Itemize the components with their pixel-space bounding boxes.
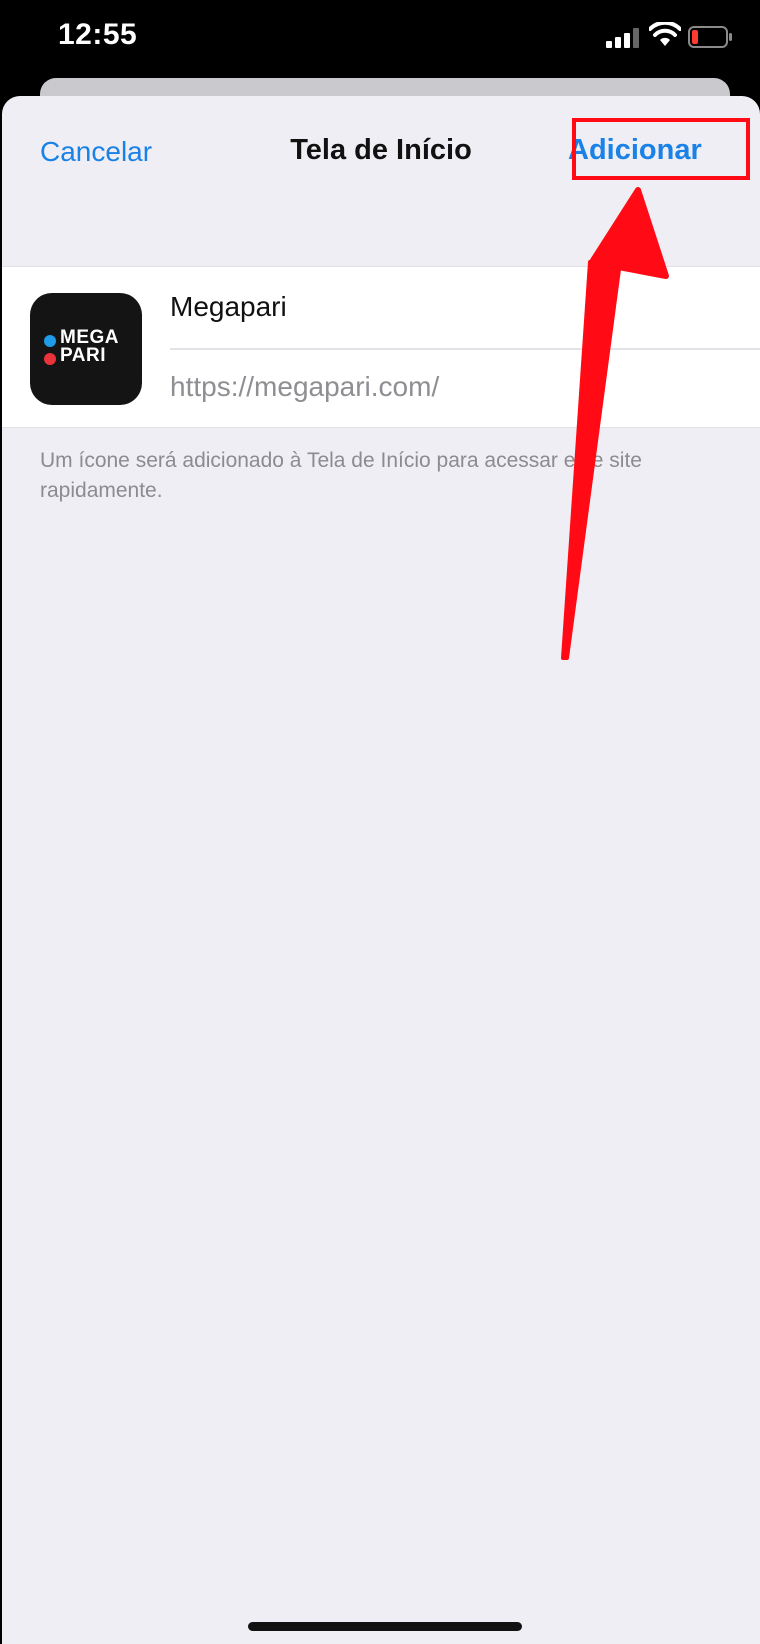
status-bar: 12:55	[0, 0, 760, 80]
battery-low-icon	[688, 26, 732, 48]
status-time: 12:55	[58, 18, 138, 51]
logo-red-dot	[44, 353, 56, 365]
megapari-logo-icon: MEGA PARI	[60, 327, 119, 366]
bookmark-url-field: https://megapari.com/	[170, 371, 440, 402]
bookmark-card: MEGA PARI Megapari https://megapari.com/	[2, 266, 760, 428]
field-divider	[170, 348, 760, 350]
wifi-icon	[649, 22, 681, 46]
footnote-text: Um ícone será adicionado à Tela de Iníci…	[40, 449, 642, 502]
add-button-highlight	[572, 118, 750, 180]
add-to-home-sheet: Tela de Início Cancelar Adicionar MEGA PA…	[2, 96, 760, 1644]
cancel-button[interactable]: Cancelar	[40, 136, 152, 168]
megapari-app-icon: MEGA PARI	[30, 293, 142, 405]
bookmark-name-field[interactable]: Megapari	[170, 291, 287, 323]
logo-blue-dot	[44, 335, 56, 347]
home-indicator[interactable]	[248, 1622, 522, 1631]
cellular-signal-icon	[606, 28, 639, 48]
